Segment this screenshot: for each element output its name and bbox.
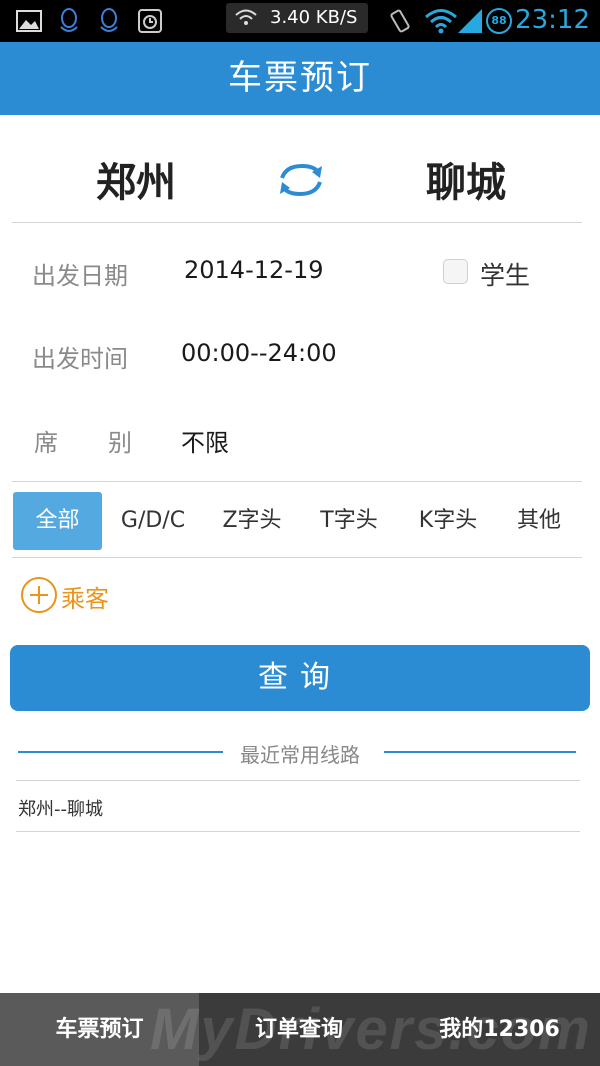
network-speed-indicator: 3.40 KB/S — [226, 3, 368, 33]
vibrate-icon — [390, 9, 410, 33]
train-type-filter: 全部 G/D/C Z字头 T字头 K字头 其他 — [0, 482, 600, 558]
add-passenger-button[interactable]: 乘客 — [21, 576, 161, 616]
page-title: 车票预订 — [228, 58, 372, 98]
query-button[interactable]: 查询 — [10, 645, 590, 711]
title-bar: 车票预订 — [0, 42, 600, 115]
wifi-signal-icon — [425, 9, 457, 34]
add-passenger-label: 乘客 — [61, 585, 109, 613]
train-type-tab-z[interactable]: Z字头 — [208, 492, 296, 550]
train-type-tab-all[interactable]: 全部 — [13, 492, 102, 550]
train-type-tab-t[interactable]: T字头 — [306, 492, 392, 550]
swap-icon[interactable] — [276, 160, 326, 200]
divider — [12, 222, 582, 223]
nav-ticket-booking[interactable]: 车票预订 — [0, 993, 199, 1066]
gallery-icon — [16, 10, 42, 32]
date-value[interactable]: 2014-12-19 — [184, 256, 323, 284]
alarm-icon — [138, 9, 162, 33]
wifi-icon — [235, 9, 257, 25]
train-type-tab-gdc[interactable]: G/D/C — [110, 492, 196, 550]
train-type-tab-other[interactable]: 其他 — [502, 492, 576, 550]
arrival-city[interactable]: 聊城 — [366, 150, 566, 208]
status-time: 23:12 — [515, 5, 590, 35]
student-checkbox[interactable] — [443, 259, 468, 284]
nav-order-query[interactable]: 订单查询 — [199, 993, 399, 1066]
qq-icon — [60, 8, 78, 32]
bottom-nav: 车票预订 订单查询 我的12306 — [0, 993, 600, 1066]
date-label: 出发日期 — [32, 262, 128, 290]
time-value[interactable]: 00:00--24:00 — [181, 339, 337, 367]
student-checkbox-label[interactable]: 学生 — [480, 256, 530, 292]
recent-title-line-right — [384, 751, 576, 753]
status-bar: 3.40 KB/S 88 23:12 — [0, 0, 600, 42]
qq-icon — [100, 8, 118, 32]
notification-badge: 88 — [486, 8, 512, 34]
train-type-tab-k[interactable]: K字头 — [404, 492, 492, 550]
departure-city[interactable]: 郑州 — [36, 150, 236, 208]
divider — [16, 831, 580, 832]
recent-routes-title: 最近常用线路 — [240, 743, 360, 767]
divider — [16, 780, 580, 781]
seat-value[interactable]: 不限 — [181, 423, 229, 458]
nav-my-12306[interactable]: 我的12306 — [399, 993, 600, 1066]
recent-route-item[interactable]: 郑州--聊城 — [18, 795, 103, 821]
cell-signal-icon — [458, 9, 482, 33]
seat-label-part-2: 别 — [108, 429, 132, 457]
time-label: 出发时间 — [32, 345, 128, 373]
network-speed-text: 3.40 KB/S — [270, 7, 358, 28]
add-circle-icon — [21, 577, 57, 613]
seat-label-part-1: 席 — [34, 429, 58, 457]
divider — [12, 557, 582, 558]
